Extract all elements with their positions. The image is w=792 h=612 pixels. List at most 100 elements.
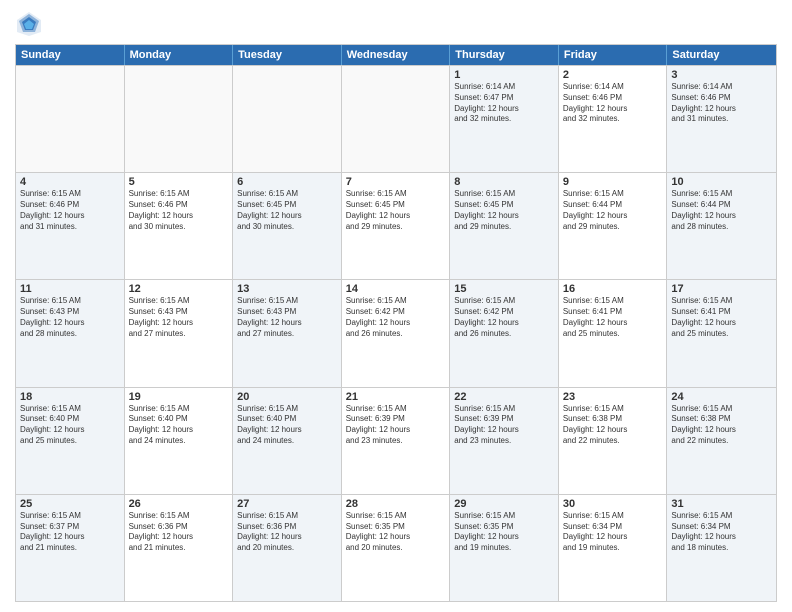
cell-content: Sunrise: 6:15 AM Sunset: 6:41 PM Dayligh… bbox=[563, 296, 663, 339]
cal-cell-25: 25Sunrise: 6:15 AM Sunset: 6:37 PM Dayli… bbox=[16, 495, 125, 601]
cell-content: Sunrise: 6:15 AM Sunset: 6:44 PM Dayligh… bbox=[671, 189, 772, 232]
day-number: 9 bbox=[563, 176, 663, 188]
cal-cell-empty-0-2 bbox=[233, 66, 342, 172]
cell-content: Sunrise: 6:15 AM Sunset: 6:43 PM Dayligh… bbox=[20, 296, 120, 339]
cal-header-tuesday: Tuesday bbox=[233, 45, 342, 65]
day-number: 25 bbox=[20, 498, 120, 510]
cal-row-0: 1Sunrise: 6:14 AM Sunset: 6:47 PM Daylig… bbox=[16, 65, 776, 172]
day-number: 14 bbox=[346, 283, 446, 295]
cell-content: Sunrise: 6:15 AM Sunset: 6:45 PM Dayligh… bbox=[237, 189, 337, 232]
cal-cell-1: 1Sunrise: 6:14 AM Sunset: 6:47 PM Daylig… bbox=[450, 66, 559, 172]
cal-cell-18: 18Sunrise: 6:15 AM Sunset: 6:40 PM Dayli… bbox=[16, 388, 125, 494]
cell-content: Sunrise: 6:15 AM Sunset: 6:34 PM Dayligh… bbox=[563, 511, 663, 554]
cell-content: Sunrise: 6:15 AM Sunset: 6:35 PM Dayligh… bbox=[346, 511, 446, 554]
day-number: 18 bbox=[20, 391, 120, 403]
cell-content: Sunrise: 6:15 AM Sunset: 6:43 PM Dayligh… bbox=[129, 296, 229, 339]
day-number: 12 bbox=[129, 283, 229, 295]
cell-content: Sunrise: 6:14 AM Sunset: 6:47 PM Dayligh… bbox=[454, 82, 554, 125]
cal-cell-empty-0-0 bbox=[16, 66, 125, 172]
logo bbox=[15, 10, 47, 38]
day-number: 19 bbox=[129, 391, 229, 403]
cal-cell-4: 4Sunrise: 6:15 AM Sunset: 6:46 PM Daylig… bbox=[16, 173, 125, 279]
cal-header-sunday: Sunday bbox=[16, 45, 125, 65]
cal-cell-17: 17Sunrise: 6:15 AM Sunset: 6:41 PM Dayli… bbox=[667, 280, 776, 386]
cal-cell-20: 20Sunrise: 6:15 AM Sunset: 6:40 PM Dayli… bbox=[233, 388, 342, 494]
cal-row-4: 25Sunrise: 6:15 AM Sunset: 6:37 PM Dayli… bbox=[16, 494, 776, 601]
cal-header-friday: Friday bbox=[559, 45, 668, 65]
cal-cell-10: 10Sunrise: 6:15 AM Sunset: 6:44 PM Dayli… bbox=[667, 173, 776, 279]
cal-cell-3: 3Sunrise: 6:14 AM Sunset: 6:46 PM Daylig… bbox=[667, 66, 776, 172]
cell-content: Sunrise: 6:15 AM Sunset: 6:42 PM Dayligh… bbox=[346, 296, 446, 339]
day-number: 21 bbox=[346, 391, 446, 403]
cal-cell-11: 11Sunrise: 6:15 AM Sunset: 6:43 PM Dayli… bbox=[16, 280, 125, 386]
cal-cell-31: 31Sunrise: 6:15 AM Sunset: 6:34 PM Dayli… bbox=[667, 495, 776, 601]
cell-content: Sunrise: 6:15 AM Sunset: 6:42 PM Dayligh… bbox=[454, 296, 554, 339]
logo-icon bbox=[15, 10, 43, 38]
cal-cell-14: 14Sunrise: 6:15 AM Sunset: 6:42 PM Dayli… bbox=[342, 280, 451, 386]
day-number: 8 bbox=[454, 176, 554, 188]
day-number: 10 bbox=[671, 176, 772, 188]
cell-content: Sunrise: 6:14 AM Sunset: 6:46 PM Dayligh… bbox=[563, 82, 663, 125]
day-number: 31 bbox=[671, 498, 772, 510]
cell-content: Sunrise: 6:15 AM Sunset: 6:44 PM Dayligh… bbox=[563, 189, 663, 232]
cal-cell-12: 12Sunrise: 6:15 AM Sunset: 6:43 PM Dayli… bbox=[125, 280, 234, 386]
day-number: 27 bbox=[237, 498, 337, 510]
cal-cell-22: 22Sunrise: 6:15 AM Sunset: 6:39 PM Dayli… bbox=[450, 388, 559, 494]
cal-cell-empty-0-3 bbox=[342, 66, 451, 172]
cal-cell-15: 15Sunrise: 6:15 AM Sunset: 6:42 PM Dayli… bbox=[450, 280, 559, 386]
cal-cell-30: 30Sunrise: 6:15 AM Sunset: 6:34 PM Dayli… bbox=[559, 495, 668, 601]
cell-content: Sunrise: 6:15 AM Sunset: 6:39 PM Dayligh… bbox=[454, 404, 554, 447]
cell-content: Sunrise: 6:15 AM Sunset: 6:36 PM Dayligh… bbox=[129, 511, 229, 554]
header bbox=[15, 10, 777, 38]
cell-content: Sunrise: 6:15 AM Sunset: 6:36 PM Dayligh… bbox=[237, 511, 337, 554]
day-number: 23 bbox=[563, 391, 663, 403]
cal-cell-8: 8Sunrise: 6:15 AM Sunset: 6:45 PM Daylig… bbox=[450, 173, 559, 279]
cal-cell-5: 5Sunrise: 6:15 AM Sunset: 6:46 PM Daylig… bbox=[125, 173, 234, 279]
day-number: 24 bbox=[671, 391, 772, 403]
calendar: SundayMondayTuesdayWednesdayThursdayFrid… bbox=[15, 44, 777, 602]
cell-content: Sunrise: 6:15 AM Sunset: 6:46 PM Dayligh… bbox=[129, 189, 229, 232]
cal-cell-13: 13Sunrise: 6:15 AM Sunset: 6:43 PM Dayli… bbox=[233, 280, 342, 386]
day-number: 13 bbox=[237, 283, 337, 295]
cal-cell-19: 19Sunrise: 6:15 AM Sunset: 6:40 PM Dayli… bbox=[125, 388, 234, 494]
cell-content: Sunrise: 6:15 AM Sunset: 6:39 PM Dayligh… bbox=[346, 404, 446, 447]
cal-cell-7: 7Sunrise: 6:15 AM Sunset: 6:45 PM Daylig… bbox=[342, 173, 451, 279]
cell-content: Sunrise: 6:15 AM Sunset: 6:38 PM Dayligh… bbox=[671, 404, 772, 447]
cal-cell-26: 26Sunrise: 6:15 AM Sunset: 6:36 PM Dayli… bbox=[125, 495, 234, 601]
calendar-body: 1Sunrise: 6:14 AM Sunset: 6:47 PM Daylig… bbox=[16, 65, 776, 601]
cell-content: Sunrise: 6:14 AM Sunset: 6:46 PM Dayligh… bbox=[671, 82, 772, 125]
cal-cell-empty-0-1 bbox=[125, 66, 234, 172]
cal-row-2: 11Sunrise: 6:15 AM Sunset: 6:43 PM Dayli… bbox=[16, 279, 776, 386]
cal-cell-9: 9Sunrise: 6:15 AM Sunset: 6:44 PM Daylig… bbox=[559, 173, 668, 279]
cal-header-wednesday: Wednesday bbox=[342, 45, 451, 65]
day-number: 20 bbox=[237, 391, 337, 403]
cell-content: Sunrise: 6:15 AM Sunset: 6:45 PM Dayligh… bbox=[346, 189, 446, 232]
cell-content: Sunrise: 6:15 AM Sunset: 6:41 PM Dayligh… bbox=[671, 296, 772, 339]
cal-cell-2: 2Sunrise: 6:14 AM Sunset: 6:46 PM Daylig… bbox=[559, 66, 668, 172]
cell-content: Sunrise: 6:15 AM Sunset: 6:38 PM Dayligh… bbox=[563, 404, 663, 447]
cell-content: Sunrise: 6:15 AM Sunset: 6:45 PM Dayligh… bbox=[454, 189, 554, 232]
cal-cell-28: 28Sunrise: 6:15 AM Sunset: 6:35 PM Dayli… bbox=[342, 495, 451, 601]
cal-cell-21: 21Sunrise: 6:15 AM Sunset: 6:39 PM Dayli… bbox=[342, 388, 451, 494]
cal-header-thursday: Thursday bbox=[450, 45, 559, 65]
cal-cell-29: 29Sunrise: 6:15 AM Sunset: 6:35 PM Dayli… bbox=[450, 495, 559, 601]
day-number: 6 bbox=[237, 176, 337, 188]
day-number: 15 bbox=[454, 283, 554, 295]
cal-row-1: 4Sunrise: 6:15 AM Sunset: 6:46 PM Daylig… bbox=[16, 172, 776, 279]
day-number: 5 bbox=[129, 176, 229, 188]
cell-content: Sunrise: 6:15 AM Sunset: 6:34 PM Dayligh… bbox=[671, 511, 772, 554]
day-number: 22 bbox=[454, 391, 554, 403]
day-number: 2 bbox=[563, 69, 663, 81]
cal-row-3: 18Sunrise: 6:15 AM Sunset: 6:40 PM Dayli… bbox=[16, 387, 776, 494]
day-number: 7 bbox=[346, 176, 446, 188]
day-number: 16 bbox=[563, 283, 663, 295]
day-number: 11 bbox=[20, 283, 120, 295]
day-number: 17 bbox=[671, 283, 772, 295]
cell-content: Sunrise: 6:15 AM Sunset: 6:40 PM Dayligh… bbox=[237, 404, 337, 447]
cal-header-saturday: Saturday bbox=[667, 45, 776, 65]
cell-content: Sunrise: 6:15 AM Sunset: 6:35 PM Dayligh… bbox=[454, 511, 554, 554]
cell-content: Sunrise: 6:15 AM Sunset: 6:40 PM Dayligh… bbox=[20, 404, 120, 447]
cell-content: Sunrise: 6:15 AM Sunset: 6:46 PM Dayligh… bbox=[20, 189, 120, 232]
day-number: 28 bbox=[346, 498, 446, 510]
day-number: 3 bbox=[671, 69, 772, 81]
